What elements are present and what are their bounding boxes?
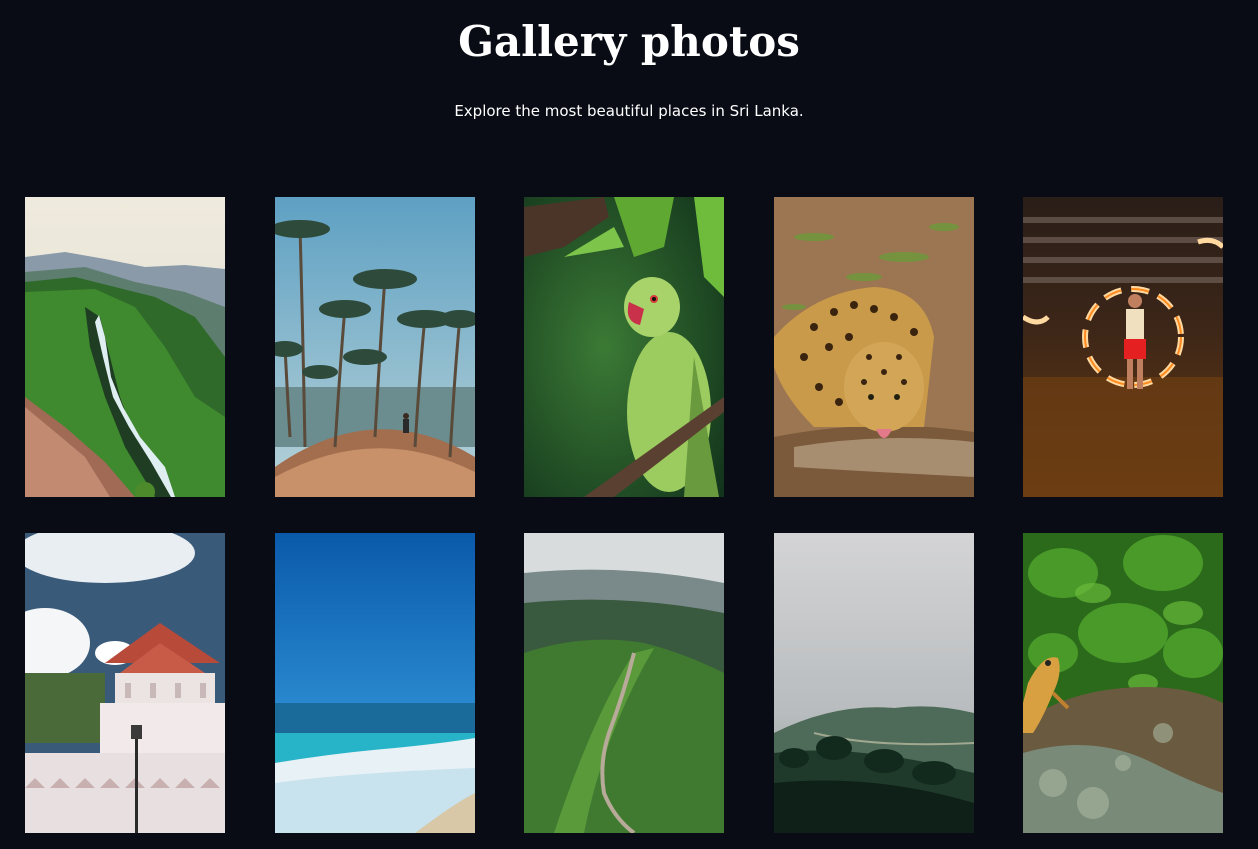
fire-dancer-image bbox=[1023, 197, 1223, 497]
lizard-image bbox=[1023, 533, 1223, 833]
page-title: Gallery photos bbox=[458, 17, 800, 66]
gallery-photo-leopard[interactable] bbox=[773, 197, 974, 497]
page-subtitle: Explore the most beautiful places in Sri… bbox=[454, 102, 804, 120]
parrot-image bbox=[524, 197, 724, 497]
temple-image bbox=[25, 533, 225, 833]
winding-road-image bbox=[524, 533, 724, 833]
gallery-photo-misty-forest[interactable] bbox=[773, 533, 974, 833]
beach-image bbox=[274, 533, 475, 833]
mountain-waterfall-image bbox=[25, 197, 225, 497]
palm-trees-image bbox=[274, 197, 475, 497]
gallery-photo-fire-dancer[interactable] bbox=[1023, 197, 1223, 497]
gallery-photo-temple[interactable] bbox=[25, 533, 225, 833]
gallery-photo-beach[interactable] bbox=[274, 533, 475, 833]
gallery-photo-lizard[interactable] bbox=[1023, 533, 1223, 833]
gallery-photo-palm-trees[interactable] bbox=[274, 197, 475, 497]
gallery-photo-waterfall[interactable] bbox=[25, 197, 225, 497]
misty-hills-image bbox=[773, 533, 974, 833]
gallery-photo-parrot[interactable] bbox=[524, 197, 724, 497]
gallery-photo-mountain-road[interactable] bbox=[524, 533, 724, 833]
leopard-image bbox=[773, 197, 974, 497]
gallery-grid bbox=[25, 197, 1223, 833]
